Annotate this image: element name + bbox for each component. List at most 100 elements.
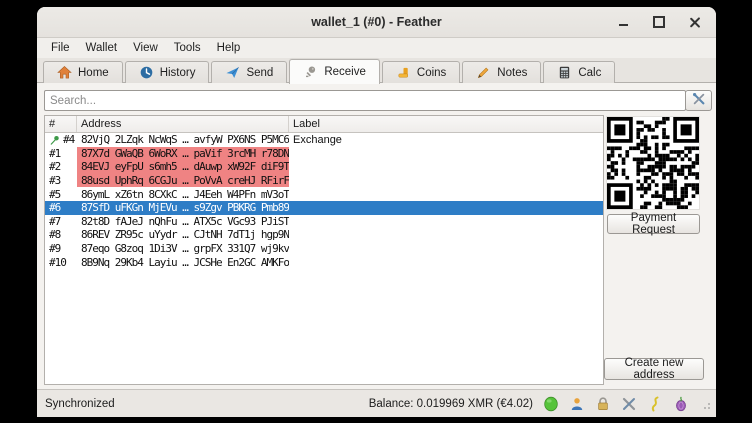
tab-label: Calc — [578, 67, 601, 79]
menubar: FileWalletViewToolsHelp — [37, 38, 716, 58]
row-label — [289, 242, 603, 256]
payment-request-button[interactable]: Payment Request — [607, 214, 700, 234]
notes-icon — [476, 65, 491, 80]
tab-label: Notes — [497, 67, 527, 79]
tab-label: Receive — [324, 66, 366, 78]
coins-icon — [396, 65, 411, 80]
account-icon[interactable] — [568, 395, 585, 412]
window-controls — [612, 7, 706, 37]
menu-tools[interactable]: Tools — [166, 40, 209, 56]
row-number-cell: #2 — [45, 160, 77, 174]
menu-wallet[interactable]: Wallet — [78, 40, 126, 56]
menu-view[interactable]: View — [125, 40, 166, 56]
status-right: Balance: 0.019969 XMR (€4.02) — [369, 395, 710, 412]
table-row[interactable]: #2 84EVJ eyFpU s6mh5 … dAuwp xW92F diF9T — [45, 160, 603, 174]
table-row[interactable]: #10 8B9Nq 29Kb4 Layiu … JCSHe En2GC AMKFo — [45, 255, 603, 269]
table-row[interactable]: #586ymL xZ6tn 8CXkC … J4Eeh W4PFn mV3oT — [45, 187, 603, 201]
row-number: #1 — [49, 147, 60, 160]
table-body: #482VjQ 2LZqk NcWqS … avfyW PX6NS P5MC6E… — [45, 133, 603, 269]
right-panel: Payment Request Create new address — [606, 115, 710, 385]
tools-icon[interactable] — [620, 395, 637, 412]
row-number-cell: #10 — [45, 255, 77, 269]
row-address: 88usd UphRq 6CGJu … PoVvA creHJ RFirF — [77, 174, 289, 188]
row-label — [289, 201, 603, 215]
row-number: #9 — [49, 242, 60, 255]
tab-label: Home — [78, 67, 109, 79]
row-label — [289, 160, 603, 174]
menu-file[interactable]: File — [43, 40, 78, 56]
row-address: 87X7d GWaQB 6WoRX … paVif 3rcMH r78DN — [77, 147, 289, 161]
row-label — [289, 174, 603, 188]
row-address: 8B9Nq 29Kb4 Layiu … JCSHe En2GC AMKFo — [77, 255, 289, 269]
tab-label: Send — [246, 67, 273, 79]
minimize-icon — [619, 24, 628, 26]
tab-receive[interactable]: Receive — [289, 59, 380, 84]
row-number: #5 — [49, 188, 60, 201]
table-row[interactable]: #482VjQ 2LZqk NcWqS … avfyW PX6NS P5MC6E… — [45, 133, 603, 147]
row-address: 82VjQ 2LZqk NcWqS … avfyW PX6NS P5MC6 — [77, 133, 289, 147]
tab-home[interactable]: Home — [43, 61, 123, 83]
tab-coins[interactable]: Coins — [382, 61, 460, 83]
table-row[interactable]: #3 88usd UphRq 6CGJu … PoVvA creHJ RFirF — [45, 174, 603, 188]
table-row[interactable]: #9 87eqo G8zoq 1Di3V … grpFX 331Q7 wj9kv — [45, 242, 603, 256]
create-address-button[interactable]: Create new address — [604, 358, 704, 380]
balance-label: Balance: 0.019969 XMR (€4.02) — [369, 398, 533, 410]
row-number-cell: #5 — [45, 187, 77, 201]
wrench-icon — [692, 92, 706, 109]
row-address: 84EVJ eyFpU s6mh5 … dAuwp xW92F diF9T — [77, 160, 289, 174]
tor-icon[interactable] — [672, 395, 689, 412]
search-options-button[interactable] — [685, 90, 712, 111]
column-header-label[interactable]: Label — [289, 116, 603, 132]
tab-label: History — [160, 67, 196, 79]
receive-pane: #AddressLabel #482VjQ 2LZqk NcWqS … avfy… — [37, 82, 716, 389]
row-address: 87eqo G8zoq 1Di3V … grpFX 331Q7 wj9kv — [77, 242, 289, 256]
row-label — [289, 187, 603, 201]
tab-history[interactable]: History — [125, 61, 210, 83]
row-number-cell: #1 — [45, 147, 77, 161]
minimize-button[interactable] — [612, 11, 634, 33]
titlebar[interactable]: wallet_1 (#0) - Feather — [37, 7, 716, 38]
tab-send[interactable]: Send — [211, 61, 287, 83]
table-row[interactable]: #1 87X7d GWaQB 6WoRX … paVif 3rcMH r78DN — [45, 147, 603, 161]
network-status-icon[interactable] — [542, 395, 559, 412]
row-address: 87SfD uFKGn MjEVu … s9Zgv PBKRG Pmb89 — [77, 201, 289, 215]
column-header-num[interactable]: # — [45, 116, 77, 132]
table-row[interactable]: #6 87SfD uFKGn MjEVu … s9Zgv PBKRG Pmb89 — [45, 201, 603, 215]
window-title: wallet_1 (#0) - Feather — [311, 15, 442, 29]
row-number-cell: #8 — [45, 228, 77, 242]
row-number: #2 — [49, 160, 60, 173]
seed-icon[interactable] — [646, 395, 663, 412]
maximize-button[interactable] — [648, 11, 670, 33]
receive-icon — [303, 65, 318, 80]
row-number-cell: #9 — [45, 242, 77, 256]
app-window: wallet_1 (#0) - Feather FileWalletViewTo… — [37, 7, 716, 417]
row-label — [289, 255, 603, 269]
row-label: Exchange — [289, 133, 603, 147]
maximize-icon — [653, 16, 665, 28]
row-number: #10 — [49, 256, 66, 269]
row-address: 82t8D fAJeJ nQhFu … ATX5c VGc93 PJiST — [77, 215, 289, 229]
close-button[interactable] — [684, 11, 706, 33]
row-number: #8 — [49, 228, 60, 241]
table-row[interactable]: #782t8D fAJeJ nQhFu … ATX5c VGc93 PJiST — [45, 215, 603, 229]
lock-icon[interactable] — [594, 395, 611, 412]
row-label — [289, 228, 603, 242]
row-number: #6 — [49, 201, 60, 214]
row-number-cell: #7 — [45, 215, 77, 229]
search-input[interactable] — [44, 90, 686, 111]
row-number: #3 — [49, 174, 60, 187]
qr-code[interactable] — [606, 116, 700, 210]
resize-grip[interactable] — [700, 399, 710, 409]
calc-icon — [557, 65, 572, 80]
row-number-cell: #4 — [45, 133, 77, 147]
send-icon — [225, 65, 240, 80]
tab-notes[interactable]: Notes — [462, 61, 541, 83]
row-address: 86REV ZR95c uYydr … CJtNH 7dT1j hgp9N — [77, 228, 289, 242]
column-header-address[interactable]: Address — [77, 116, 289, 132]
tab-calc[interactable]: Calc — [543, 61, 615, 83]
status-bar: Synchronized Balance: 0.019969 XMR (€4.0… — [37, 389, 716, 417]
tab-bar: Home History Send Receive Coins Notes Calc — [37, 58, 716, 82]
table-row[interactable]: #8 86REV ZR95c uYydr … CJtNH 7dT1j hgp9N — [45, 228, 603, 242]
row-label — [289, 215, 603, 229]
menu-help[interactable]: Help — [209, 40, 249, 56]
